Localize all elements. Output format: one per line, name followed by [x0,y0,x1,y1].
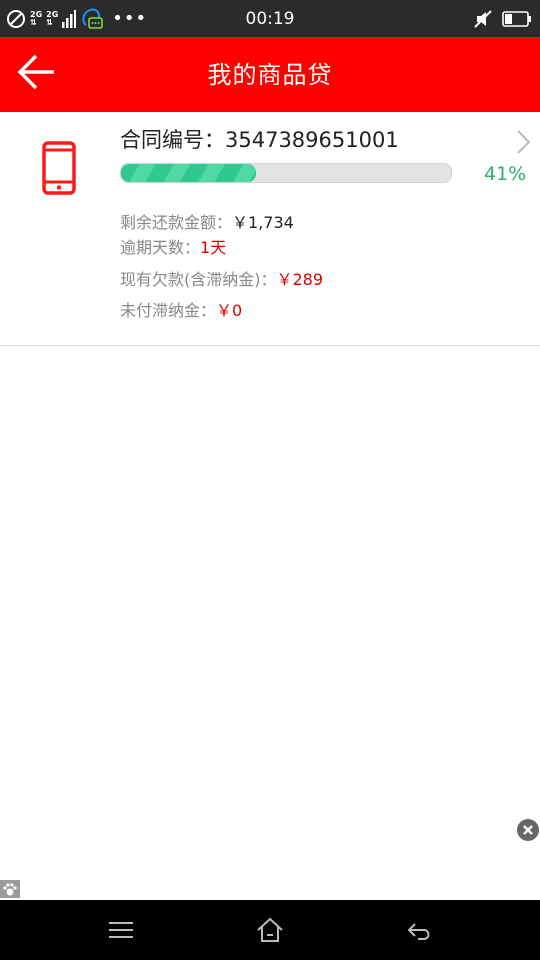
overdue-days-row: 逾期天数：1天 [120,234,226,258]
overdue-days-value: 1天 [200,238,227,257]
overdue-days-label: 逾期天数： [120,238,201,257]
unpaid-fee-row: 未付滞纳金：￥0 [120,297,242,321]
current-debt-row: 现有欠款(含滞纳金)：￥289 [120,266,323,290]
mute-icon [474,10,492,28]
current-debt-value: ￥289 [276,270,324,289]
contract-label: 合同编号： [120,128,225,152]
unpaid-fee-value: ￥0 [216,301,243,320]
remaining-value: ￥1,734 [232,213,294,232]
status-bar: 2G ⇅ 2G ⇅ ••• 00:19 [0,0,540,37]
remaining-label: 剩余还款金额： [120,213,233,232]
chevron-right-icon[interactable] [514,128,534,156]
progress-percent: 41% [484,163,527,185]
contract-value: 3547389651001 [225,128,399,152]
status-right [474,8,532,30]
paw-icon[interactable] [0,880,20,898]
menu-icon[interactable] [107,917,135,943]
unpaid-fee-label: 未付滞纳金： [120,301,217,320]
app-header: 我的商品贷 [0,37,540,112]
remaining-amount-row: 剩余还款金额：￥1,734 [120,209,294,233]
contract-number: 合同编号：3547389651001 [120,124,399,154]
loan-card[interactable]: 合同编号：3547389651001 41% 剩余还款金额：￥1,734 逾期天… [0,112,540,346]
home-icon[interactable] [256,917,284,943]
close-icon [523,825,533,835]
back-icon[interactable] [406,917,434,943]
page-title: 我的商品贷 [207,61,333,89]
repayment-progress-bar [120,163,452,183]
float-close-button[interactable] [517,819,539,841]
repayment-progress-fill [121,164,257,182]
current-debt-label: 现有欠款(含滞纳金)： [120,270,277,289]
system-nav-bar [0,900,540,960]
phone-icon [42,141,76,195]
status-time: 00:19 [245,9,295,29]
battery-icon [502,11,531,27]
